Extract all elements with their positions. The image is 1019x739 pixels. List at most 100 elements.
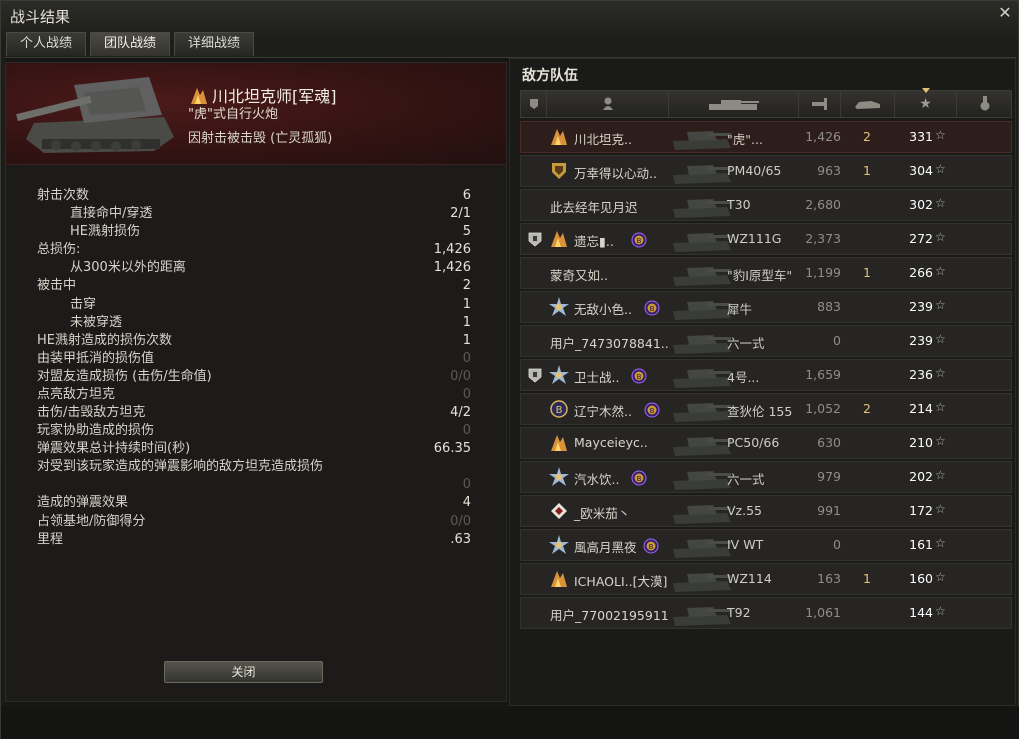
damage-col-icon[interactable] [799, 91, 841, 117]
flame-badge-icon [551, 231, 567, 247]
damage-value: 1,426 [805, 129, 841, 144]
xp-star-icon: ☆ [935, 196, 946, 210]
tank-name: 六一式 [727, 472, 765, 487]
team-row[interactable]: 卫士战.. B 4号... 1,659 236 ☆ [520, 359, 1012, 391]
team-row[interactable]: B 辽宁木然.. B 查狄伦 155 1,052 2 214 ☆ [520, 393, 1012, 425]
player-col-icon[interactable] [547, 91, 669, 117]
stat-value: 0/0 [450, 513, 471, 529]
damage-value: 991 [817, 503, 841, 518]
player-name: 川北坦克.. [574, 132, 632, 147]
player-name: 无敌小色.. [574, 302, 632, 317]
damage-value: 1,061 [805, 605, 841, 620]
stat-label: 击穿 [70, 296, 97, 312]
team-row[interactable]: 遗忘▮.. B WZ111G 2,373 272 ☆ [520, 223, 1012, 255]
svg-text:B: B [650, 407, 655, 415]
battle-results-window: 战斗结果 ✕ 个人战绩 团队战绩 详细战绩 川北坦克师[军魂] "虎"式自行火炮… [0, 0, 1019, 739]
stat-label: 玩家协助造成的损伤 [37, 423, 155, 439]
shield-badge-icon [552, 163, 566, 179]
stat-row: 由装甲抵消的损伤值 0 [37, 350, 471, 368]
stat-label: 直接命中/穿透 [70, 206, 153, 222]
team-row[interactable]: Mayceieyc.. PC50/66 630 210 ☆ [520, 427, 1012, 459]
player-name: ICHAOLI..[大漠] [574, 574, 668, 589]
svg-text:B: B [556, 405, 563, 416]
team-row[interactable]: 此去经年见月迟 T30 2,680 302 ☆ [520, 189, 1012, 221]
player-name: 辽宁木然.. [574, 404, 632, 419]
stat-label: 点亮敌方坦克 [37, 387, 116, 403]
tank-name: PM40/65 [727, 163, 782, 178]
svg-text:B: B [637, 237, 642, 245]
tab-bar: 个人战绩 团队战绩 详细战绩 [6, 32, 255, 56]
platoon-col-icon[interactable] [521, 91, 547, 117]
xp-value: 266 [909, 265, 933, 280]
stats-list: 射击次数 6 直接命中/穿透 2/1 HE溅射损伤 5 总损伤: 1,426 从300米以外的距… [37, 187, 471, 549]
team-row[interactable]: 蒙奇又如.. "豹I原型车" 1,199 1 266 ☆ [520, 257, 1012, 289]
player-name: _欧米茄丶 [574, 506, 631, 521]
tank-col-icon[interactable] [669, 91, 799, 117]
stat-row: 对受到该玩家造成的弹震影响的敌方坦克造成损伤 0 [37, 458, 471, 494]
close-button[interactable]: 关闭 [164, 661, 323, 683]
team-row[interactable]: ICHAOLI..[大漠] WZ114 163 1 160 ☆ [520, 563, 1012, 595]
team-row[interactable]: 風高月黑夜 B IV WT 0 161 ☆ [520, 529, 1012, 561]
xp-value: 236 [909, 367, 933, 382]
title-bar: 战斗结果 ✕ [1, 1, 1019, 31]
stat-value: 6 [462, 188, 471, 203]
team-row[interactable]: 万幸得以心动.. PM40/65 963 1 304 ☆ [520, 155, 1012, 187]
damage-value: 963 [817, 163, 841, 178]
star-badge-icon [549, 535, 569, 554]
stat-row: 被击中 2 [37, 277, 471, 295]
damage-value: 0 [833, 333, 841, 348]
stat-label: 对受到该玩家造成的弹震影响的敌方坦克造成损伤 [37, 459, 324, 475]
stat-label: 对盟友造成损伤 (击伤/生命值) [37, 368, 212, 384]
svg-text:B: B [637, 373, 642, 381]
player-name: 汽水饮.. [574, 472, 620, 487]
stat-row: 造成的弹震效果 4 [37, 494, 471, 512]
tab-team[interactable]: 团队战绩 [90, 32, 171, 56]
player-name: 万幸得以心动.. [574, 166, 657, 181]
stat-row: 弹震效果总计持续时间(秒) 66.35 [37, 440, 471, 458]
enemy-team-panel: 敌方队伍 ★ 川北坦克.. "虎"... 1,426 2 331 ☆ 万幸得以心… [509, 58, 1016, 706]
stat-value: 0 [462, 350, 471, 366]
team-row[interactable]: 无敌小色.. B 犀牛 883 239 ☆ [520, 291, 1012, 323]
tank-silhouette-icon [673, 233, 731, 252]
kills-value: 2 [863, 401, 871, 416]
kills-col-icon[interactable] [841, 91, 895, 117]
stat-label: HE溅射损伤 [70, 224, 140, 240]
stat-label: 里程 [37, 531, 64, 547]
xp-value: 160 [909, 571, 933, 586]
tank-name: IV WT [727, 537, 764, 552]
tank-silhouette-icon [673, 573, 731, 592]
stat-value: 2/1 [450, 206, 471, 222]
tank-name: T30 [727, 197, 751, 212]
stat-row: 总损伤: 1,426 [37, 241, 471, 259]
kills-value: 1 [863, 265, 871, 280]
team-row[interactable]: _欧米茄丶 Vz.55 991 172 ☆ [520, 495, 1012, 527]
tank-image-icon [16, 77, 174, 153]
svg-text:B: B [650, 305, 655, 313]
team-row[interactable]: 川北坦克.. "虎"... 1,426 2 331 ☆ [520, 121, 1012, 153]
damage-value: 1,199 [805, 265, 841, 280]
tank-silhouette-icon [673, 131, 731, 150]
close-icon[interactable]: ✕ [996, 4, 1014, 22]
team-title: 敌方队伍 [522, 68, 578, 84]
xp-star-icon: ☆ [935, 502, 946, 516]
b-coin-badge-icon: B [550, 400, 568, 418]
player-panel: 川北坦克师[军魂] "虎"式自行火炮 因射击被击毁 (亡灵孤狐) 射击次数 6 直接… [5, 62, 507, 702]
stat-value: 1 [462, 296, 471, 312]
medal-col-icon[interactable] [957, 91, 1013, 117]
xp-star-icon: ☆ [935, 570, 946, 584]
kills-value: 1 [863, 571, 871, 586]
damage-value: 1,052 [805, 401, 841, 416]
tank-silhouette-icon [673, 199, 731, 218]
tab-personal[interactable]: 个人战绩 [6, 32, 87, 56]
team-row[interactable]: 汽水饮.. B 六一式 979 202 ☆ [520, 461, 1012, 493]
xp-value: 272 [909, 231, 933, 246]
xp-col-icon[interactable]: ★ [895, 88, 957, 117]
team-row[interactable]: 用户_77002195911 T92 1,061 144 ☆ [520, 597, 1012, 629]
tank-name: 犀牛 [727, 302, 753, 317]
tab-detailed[interactable]: 详细战绩 [174, 32, 255, 56]
star-badge-icon [549, 365, 569, 384]
tank-silhouette-icon [673, 607, 731, 626]
damage-value: 1,659 [805, 367, 841, 382]
stat-row: 射击次数 6 [37, 187, 471, 205]
team-row[interactable]: 用户_7473078841.. 六一式 0 239 ☆ [520, 325, 1012, 357]
